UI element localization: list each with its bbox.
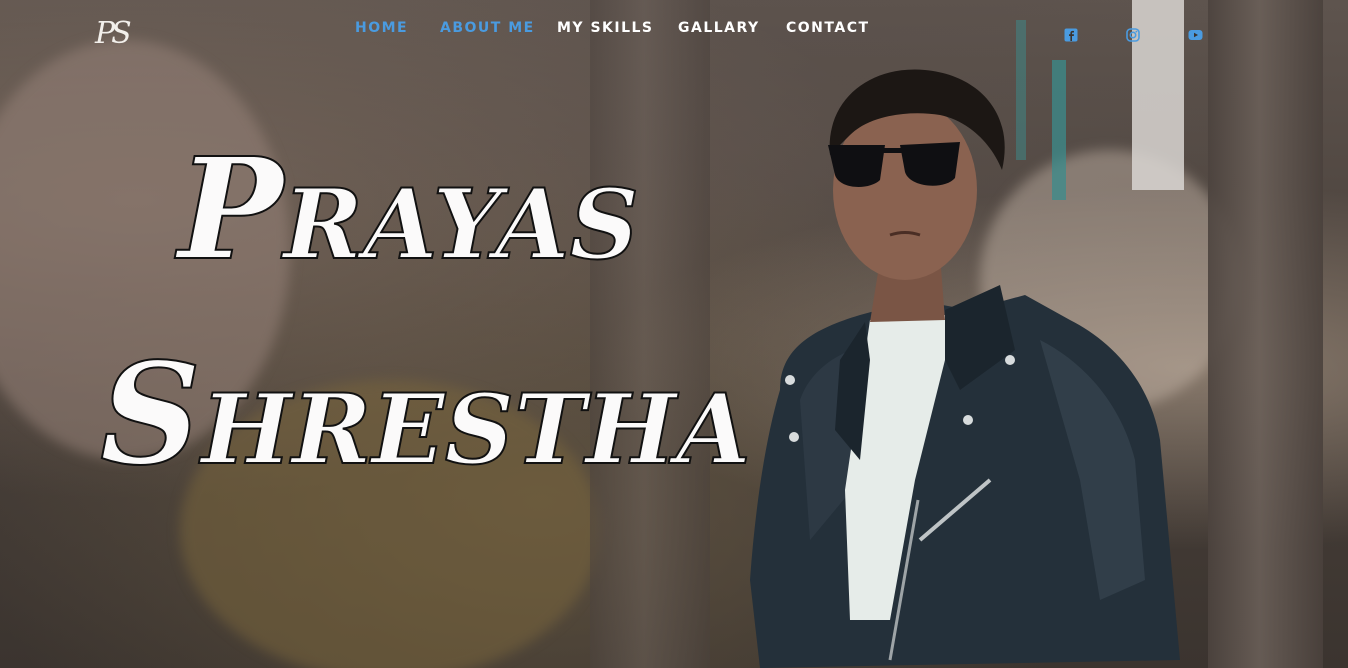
nav-item-my-skills[interactable]: MY SKILLS [557,20,654,36]
instagram-icon[interactable] [1126,28,1140,42]
nav-item-about-me[interactable]: ABOUT ME [440,20,535,36]
person-photo [750,69,1180,668]
hero-last-name: SHRESTHA [99,344,752,486]
hero-first-name: PRAYAS [177,139,640,281]
facebook-icon[interactable] [1064,28,1078,42]
last-name-rest: HRESTHA [200,373,752,486]
tree-trunk-center [590,0,710,668]
site-logo[interactable]: PS [95,16,132,51]
hero-section: PS HOME ABOUT ME MY SKILLS GALLARY CONTA… [0,0,1348,668]
tree-trunk-right [1208,0,1323,668]
last-name-initial: S [99,333,202,497]
nav-item-gallary[interactable]: GALLARY [678,20,760,36]
nav-item-home[interactable]: HOME [355,20,408,36]
first-name-initial: P [177,128,284,292]
first-name-rest: RAYAS [282,168,640,281]
youtube-icon[interactable] [1188,28,1203,42]
nav-item-contact[interactable]: CONTACT [786,20,870,36]
